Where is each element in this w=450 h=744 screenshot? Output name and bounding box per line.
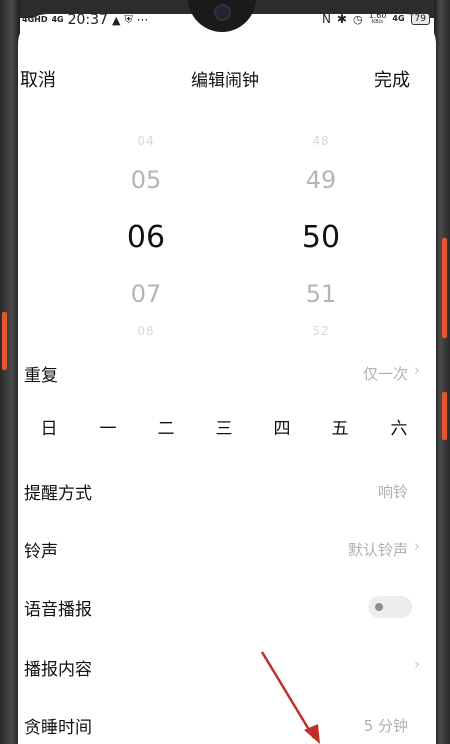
speed-unit: KB/s [372,19,383,25]
status-time: 20:37 [67,12,108,28]
reminder-row[interactable]: 提醒方式 响铃 [0,474,450,532]
broadcast-content-row[interactable]: 播报内容 › [0,650,450,708]
weekday-sat[interactable]: 六 [384,414,414,439]
selected-minute[interactable]: 50 [291,220,351,255]
weekday-wed[interactable]: 三 [209,414,239,439]
done-button[interactable]: 完成 [374,66,410,92]
broadcast-content-label: 播报内容 [24,660,92,680]
weekday-mon[interactable]: 一 [93,414,123,439]
toggle-knob [375,603,383,611]
signal-4g: 4G [51,15,64,24]
weekday-selector: 日 一 二 三 四 五 六 [0,414,450,450]
repeat-row[interactable]: 重复 仅一次 › [0,356,450,414]
hour-option[interactable]: 08 [116,324,176,338]
network-speed: 1.60 KB/s [369,12,387,26]
nfc-icon: N [321,12,331,26]
selected-hour[interactable]: 06 [116,220,176,255]
snooze-label: 贪睡时间 [24,718,92,738]
minute-option[interactable]: 49 [291,166,351,194]
status-more: ··· [136,13,149,27]
bluetooth-icon: ✱ [336,12,347,26]
weekday-thu[interactable]: 四 [267,414,297,439]
alarm-icon: ◷ [352,12,363,26]
battery-icon: 79 [410,13,430,25]
chevron-right-icon: › [414,655,420,673]
ringtone-value: 默认铃声 [347,541,408,559]
notification-bell-icon: ▲ [111,13,121,27]
reminder-value: 响铃 [377,483,408,501]
weekday-sun[interactable]: 日 [34,414,64,439]
voice-broadcast-row: 语音播报 [0,590,450,648]
reminder-label: 提醒方式 [24,484,92,504]
signal-4g-right: 4G [392,14,405,23]
signal-4ghd: 4GHD [22,15,48,24]
status-bar: 4GHD 4G 20:37 ▲ ⛨ ··· N ✱ ◷ 1.60 KB/s 4G… [22,12,430,32]
chevron-right-icon: › [414,361,420,379]
weekday-fri[interactable]: 五 [325,414,355,439]
voice-broadcast-toggle[interactable] [368,596,412,618]
repeat-value: 仅一次 [362,365,408,383]
snooze-value: 5 分钟 [363,717,408,735]
hour-option[interactable]: 04 [116,134,176,148]
minute-option[interactable]: 51 [291,280,351,308]
snooze-row[interactable]: 贪睡时间 5 分钟 [0,708,450,744]
shield-icon: ⛨ [124,13,133,26]
ringtone-label: 铃声 [24,542,58,562]
speed-value: 1.60 [368,11,387,20]
time-picker[interactable]: 04 05 06 07 08 48 49 50 51 52 [0,122,450,342]
repeat-label: 重复 [24,366,58,386]
phone: 4GHD 4G 20:37 ▲ ⛨ ··· N ✱ ◷ 1.60 KB/s 4G… [0,0,450,744]
hour-option[interactable]: 07 [116,280,176,308]
minute-option[interactable]: 52 [291,324,351,338]
nav-header: 编辑闹钟 取消 完成 [0,62,450,92]
hour-option[interactable]: 05 [116,166,176,194]
weekday-tue[interactable]: 二 [151,414,181,439]
voice-broadcast-label: 语音播报 [24,600,92,620]
chevron-right-icon: › [414,537,420,555]
minute-option[interactable]: 48 [291,134,351,148]
cancel-button[interactable]: 取消 [20,66,56,92]
ringtone-row[interactable]: 铃声 默认铃声 › [0,532,450,590]
